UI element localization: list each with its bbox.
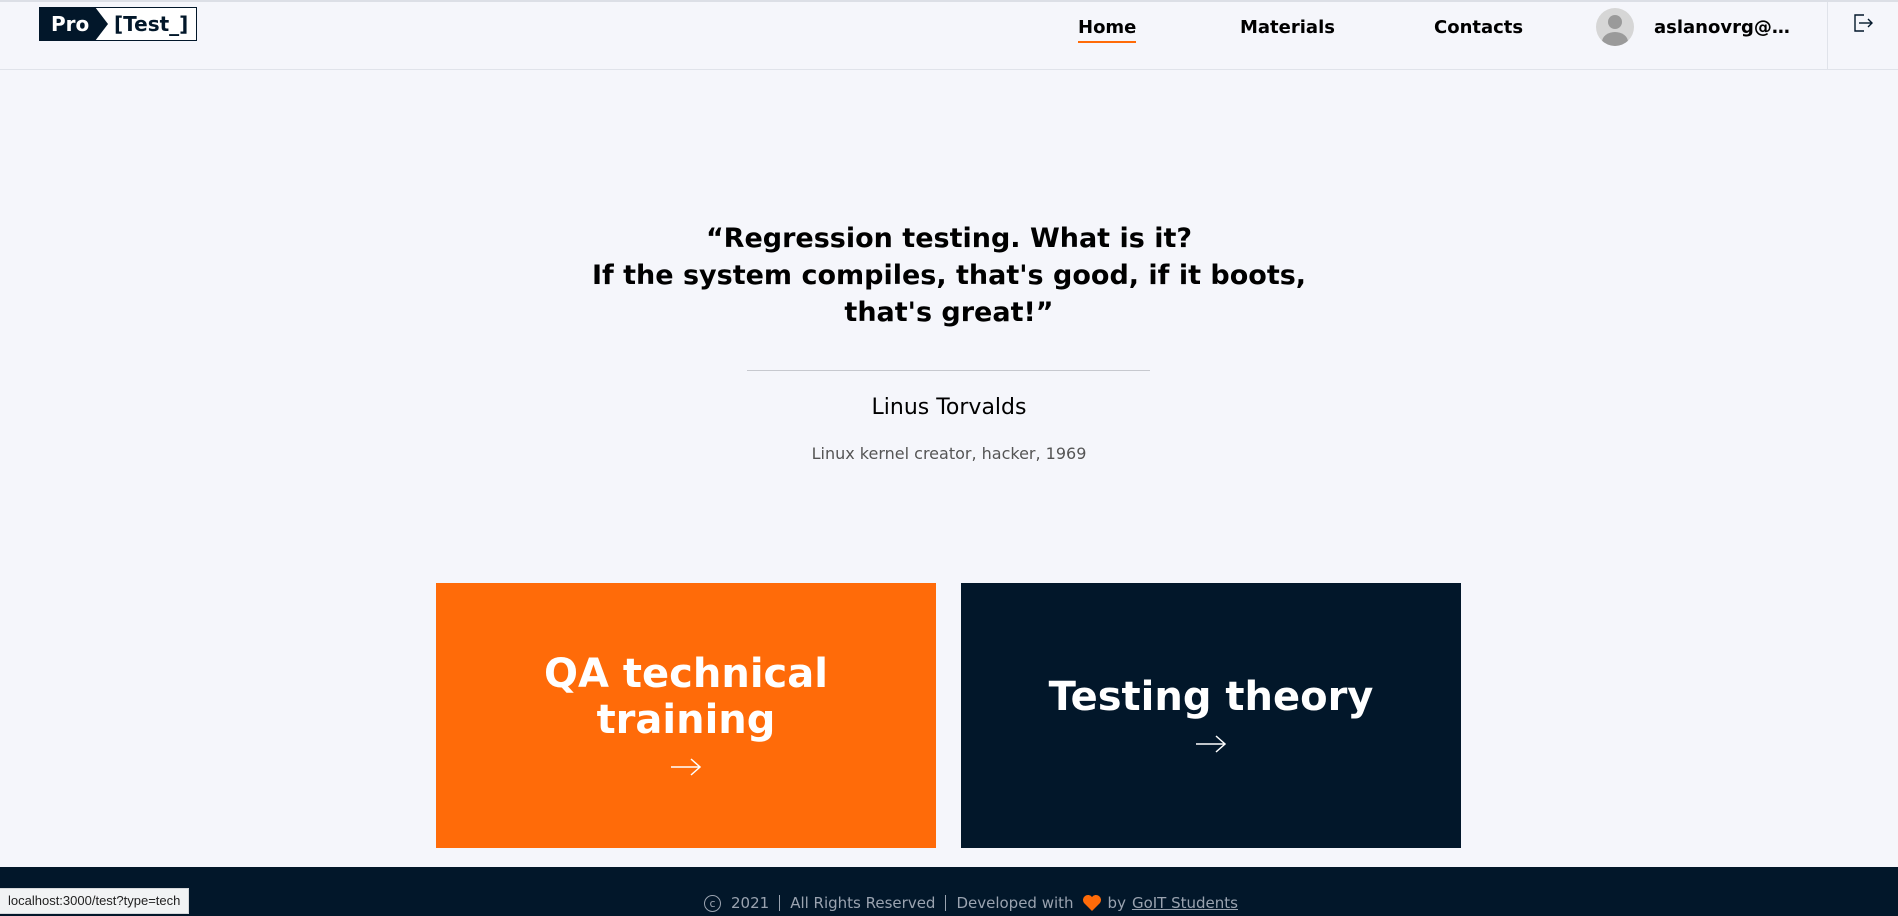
footer-separator (779, 895, 781, 911)
footer-team-link[interactable]: GoIT Students (1132, 894, 1238, 912)
logo-pro: Pro (40, 8, 108, 40)
quote-author: Linus Torvalds (871, 395, 1027, 420)
user-email: aslanovrg@g... (1654, 16, 1799, 38)
header-divider (1827, 2, 1828, 70)
nav-contacts[interactable]: Contacts (1434, 15, 1523, 41)
quote-author-description: Linux kernel creator, hacker, 1969 (811, 444, 1087, 463)
nav-home[interactable]: Home (1078, 15, 1137, 43)
footer-separator (945, 895, 947, 911)
avatar (1596, 8, 1634, 46)
card-testing-theory[interactable]: Testing theory (961, 583, 1461, 848)
card-title: Testing theory (1048, 673, 1374, 720)
footer-by: by (1107, 894, 1126, 912)
card-qa-technical-training[interactable]: QA technical training (436, 583, 936, 848)
footer-developed-with: Developed with (956, 894, 1074, 912)
heart-icon (1082, 894, 1102, 912)
logout-icon[interactable] (1852, 12, 1876, 36)
nav-materials[interactable]: Materials (1240, 15, 1335, 41)
arrow-right-icon (670, 757, 702, 781)
browser-status-bar: localhost:3000/test?type=tech (0, 888, 190, 914)
header: Pro [Test_] Home Materials Contacts asla… (0, 0, 1898, 70)
quote-divider (747, 370, 1150, 371)
copyright-icon: c (704, 894, 721, 912)
footer: c 2021 All Rights Reserved Developed wit… (0, 867, 1898, 916)
arrow-right-icon (1195, 734, 1227, 758)
quote-text: “Regression testing. What is it? If the … (500, 220, 1398, 331)
card-title: QA technical training (544, 650, 828, 743)
logo[interactable]: Pro [Test_] (39, 7, 197, 41)
user-info: aslanovrg@g... (1596, 7, 1799, 47)
quote-line-1: “Regression testing. What is it? (705, 223, 1193, 254)
quote-line-2: If the system compiles, that's good, if … (591, 260, 1307, 328)
footer-year: 2021 (731, 894, 770, 912)
footer-rights: All Rights Reserved (790, 894, 936, 912)
logo-test: [Test_] (114, 12, 189, 36)
